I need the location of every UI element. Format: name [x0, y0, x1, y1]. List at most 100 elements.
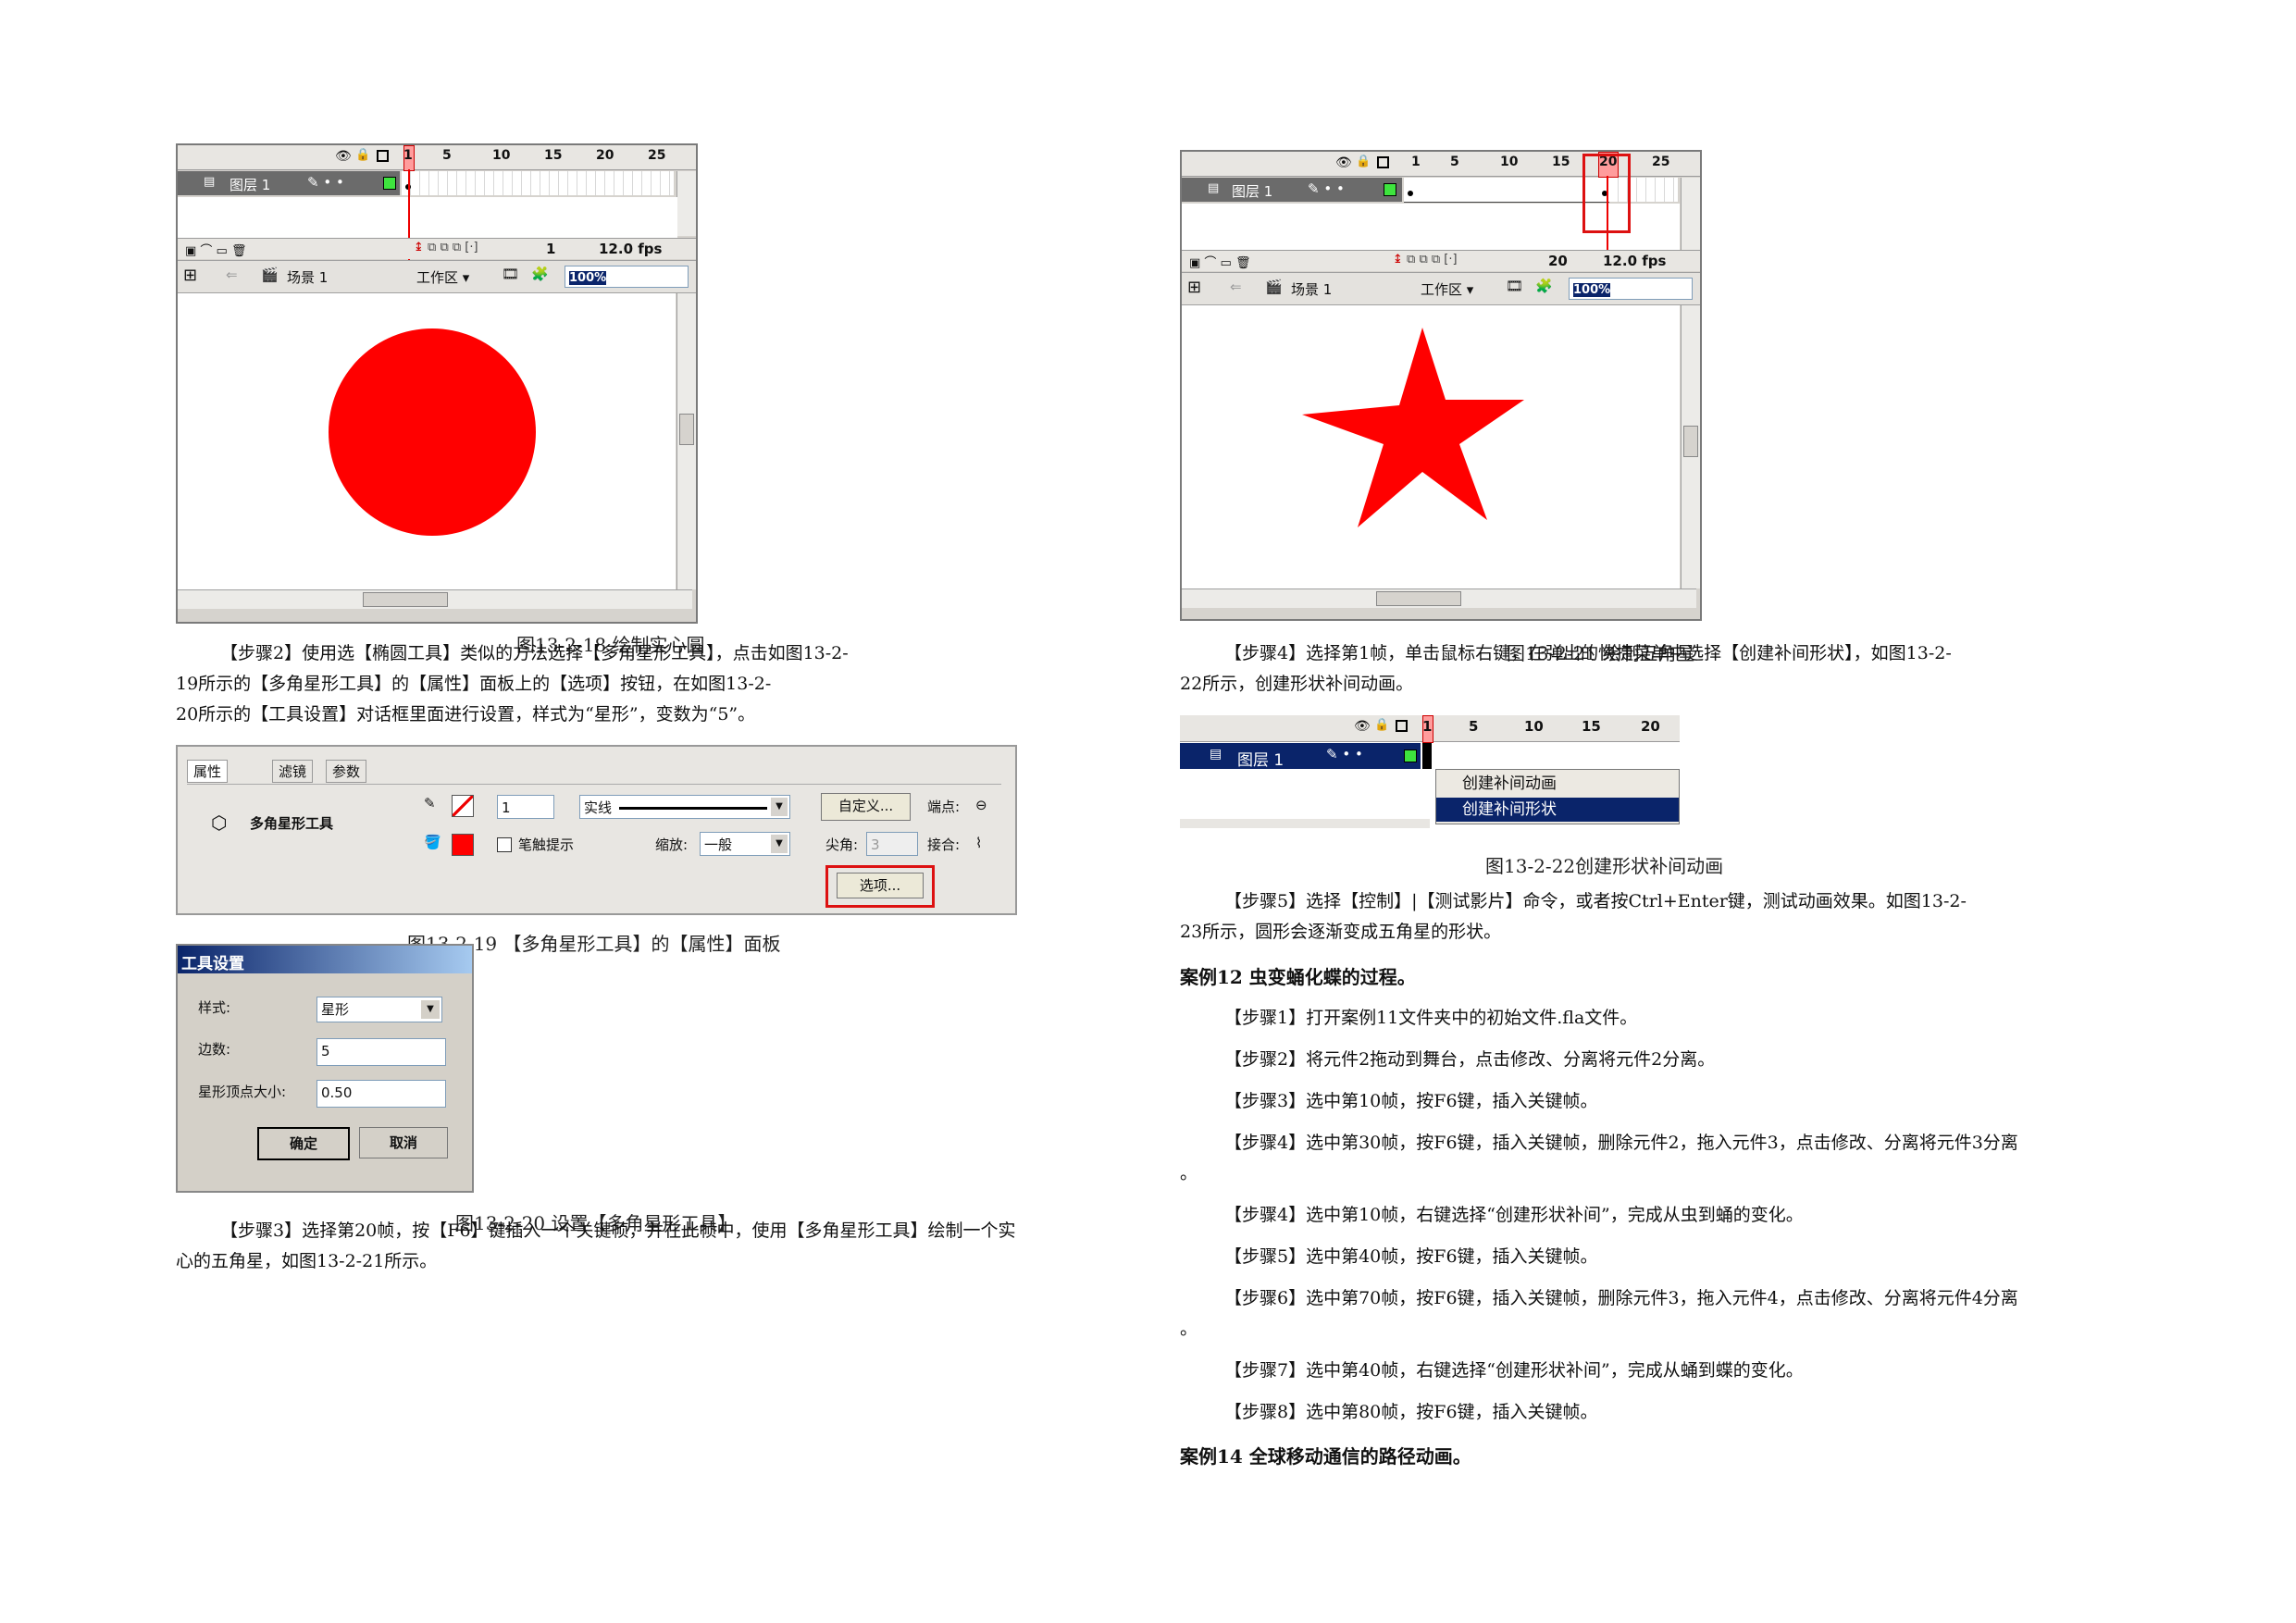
miter-field[interactable]: 3 — [866, 832, 918, 856]
scale-value: 一般 — [704, 836, 733, 853]
sides-field[interactable]: 5 — [316, 1038, 446, 1066]
stage-hscroll[interactable] — [178, 589, 692, 609]
ruler-label: 5 — [1450, 155, 1459, 169]
edit-bar: ⊞ ⇐ 🎬 场景 1 工作区 ▾ 🎞 🧩 100% — [1182, 272, 1700, 305]
layer-color-box[interactable] — [383, 177, 396, 190]
scene-name[interactable]: 场景 1 — [287, 267, 328, 287]
scale-label: 缩放: — [655, 836, 689, 853]
layer-row[interactable]: ▤ 图层 1 ✎ • • — [178, 171, 696, 195]
ok-button[interactable]: 确定 — [257, 1127, 350, 1160]
point-size-field[interactable]: 0.50 — [316, 1080, 446, 1108]
context-menu: 创建补间动画 创建补间形状 — [1435, 769, 1680, 824]
edit-scene-icon[interactable]: 🎞 — [502, 266, 519, 282]
back-arrow-icon[interactable]: ⇐ — [1230, 279, 1242, 295]
fill-color-swatch[interactable] — [452, 834, 474, 856]
layer-tools-icon[interactable]: ▣ ⌒ ▭ 🗑 — [185, 241, 246, 258]
stroke-style-select[interactable]: 实线 ▼ — [579, 795, 790, 819]
dialog-titlebar: 工具设置 — [178, 946, 472, 973]
sides-value: 5 — [321, 1043, 330, 1059]
fill-bucket-icon[interactable]: 🪣 — [424, 834, 441, 850]
dropdown-arrow-icon[interactable]: ▼ — [771, 798, 788, 816]
menu-item-shape-tween[interactable]: 创建补间形状 — [1436, 798, 1679, 822]
ruler-label: 10 — [1500, 155, 1519, 169]
step-line: 【步骤4】选中第30帧，按F6键，插入关键帧，删除元件2，拖入元件3，点击修改、… — [1224, 1133, 2018, 1153]
timeline-vscroll[interactable] — [1681, 178, 1700, 250]
edit-scene-icon[interactable]: 🎞 — [1506, 278, 1523, 294]
timeline-footer — [1180, 819, 1430, 828]
zoom-field[interactable]: 100% — [565, 266, 689, 288]
current-frame: 20 — [1548, 253, 1568, 269]
scroll-thumb[interactable] — [1683, 426, 1698, 457]
layer-name[interactable]: 图层 1 — [1232, 181, 1272, 201]
outline-icon[interactable] — [377, 150, 389, 162]
frame-cells[interactable] — [402, 171, 674, 195]
timeline-vscroll[interactable] — [676, 171, 696, 236]
selected-frame[interactable] — [1422, 743, 1432, 769]
layer-color-box[interactable] — [1404, 750, 1417, 762]
tab-parameters[interactable]: 参数 — [326, 760, 367, 783]
hscroll-thumb[interactable] — [1376, 591, 1461, 606]
circle-shape[interactable] — [178, 293, 676, 589]
workspace-menu[interactable]: 工作区 ▾ — [416, 267, 469, 287]
eye-icon[interactable]: 👁 — [1354, 719, 1371, 734]
back-arrow-icon[interactable]: ⇐ — [226, 266, 238, 283]
hscroll-thumb[interactable] — [363, 592, 448, 607]
layer-name[interactable]: 图层 1 — [1237, 747, 1284, 770]
step-line: 【步骤1】打开案例11文件夹中的初始文件.fla文件。 — [1224, 1008, 1638, 1028]
eye-icon[interactable]: 👁 — [1335, 155, 1352, 170]
lock-icon[interactable]: 🔒 — [355, 148, 370, 162]
frame-span[interactable] — [1404, 178, 1609, 203]
scroll-thumb[interactable] — [679, 414, 694, 445]
edit-symbol-icon[interactable]: 🧩 — [1535, 278, 1553, 294]
onion-skin-icon[interactable]: ↨ ⧉ ⧉ ⧉ [·] — [1393, 253, 1458, 266]
timeline-toggle-icon[interactable]: ⊞ — [1187, 278, 1201, 297]
layer-color-box[interactable] — [1384, 183, 1396, 196]
style-select[interactable]: 星形 ▼ — [316, 997, 442, 1022]
join-style-icon[interactable]: ⌇ — [975, 835, 982, 851]
cancel-button[interactable]: 取消 — [359, 1127, 448, 1158]
step-line: 。 — [1180, 1319, 1198, 1339]
paragraph-line: 【步骤2】使用选【椭圆工具】类似的方法选择【多角星形工具】，点击如图13-2- — [220, 643, 849, 663]
outline-icon[interactable] — [1396, 720, 1408, 732]
outline-icon[interactable] — [1377, 156, 1389, 168]
cap-label: 端点: — [927, 799, 961, 815]
scale-select[interactable]: 一般 ▼ — [700, 832, 790, 856]
timeline-footer: ▣ ⌒ ▭ 🗑 ↨ ⧉ ⧉ ⧉ [·] 20 12.0 fps — [1182, 250, 1700, 271]
stage[interactable] — [178, 293, 676, 589]
eye-icon[interactable]: 👁 — [335, 149, 352, 164]
layer-name[interactable]: 图层 1 — [230, 175, 270, 194]
layer-row[interactable]: ▤ 图层 1 ✎ • • — [1180, 743, 1680, 770]
tab-filters[interactable]: 滤镜 — [272, 760, 314, 783]
timeline-toggle-icon[interactable]: ⊞ — [183, 266, 197, 285]
stroke-width-field[interactable]: 1 — [497, 795, 554, 819]
stage-hscroll[interactable] — [1182, 588, 1696, 608]
stage-vscroll[interactable] — [676, 293, 696, 589]
dropdown-arrow-icon[interactable]: ▼ — [771, 835, 788, 853]
stroke-color-icon[interactable]: ✎ — [424, 795, 436, 812]
tool-settings-dialog: 工具设置 样式: 星形 ▼ 边数: 5 星形顶点大小: 0.50 确定 取消 — [176, 944, 474, 1193]
dropdown-arrow-icon[interactable]: ▼ — [421, 1000, 440, 1019]
tab-properties[interactable]: 属性 — [187, 760, 229, 783]
stroke-color-swatch[interactable] — [452, 795, 474, 817]
workspace-menu[interactable]: 工作区 ▾ — [1421, 279, 1473, 299]
step-line: 【步骤3】选中第10帧，按F6键，插入关键帧。 — [1224, 1091, 1598, 1111]
onion-skin-icon[interactable]: ↨ ⧉ ⧉ ⧉ [·] — [414, 241, 478, 254]
lock-icon[interactable]: 🔒 — [1374, 718, 1389, 732]
zoom-field[interactable]: 100% — [1569, 278, 1693, 300]
join-label: 接合: — [927, 836, 961, 853]
custom-button[interactable]: 自定义... — [821, 793, 911, 821]
menu-item-motion-tween[interactable]: 创建补间动画 — [1436, 772, 1679, 796]
layer-tools-icon[interactable]: ▣ ⌒ ▭ 🗑 — [1189, 253, 1250, 270]
highlight-box — [1582, 154, 1631, 233]
lock-icon[interactable]: 🔒 — [1356, 155, 1371, 168]
stroke-hint-checkbox[interactable] — [497, 837, 512, 852]
cap-style-icon[interactable]: ⊖ — [975, 797, 987, 813]
scene-name[interactable]: 场景 1 — [1291, 279, 1332, 299]
ruler-label: 1 — [1411, 155, 1421, 169]
paragraph-line: 【步骤4】选择第1帧，单击鼠标右键，在弹出的快捷菜单中选择【创建补间形状】，如图… — [1224, 643, 1952, 663]
star-shape[interactable] — [1182, 305, 1680, 588]
stage[interactable] — [1182, 305, 1680, 588]
keyframe-dot[interactable] — [1408, 191, 1413, 196]
edit-symbol-icon[interactable]: 🧩 — [531, 266, 549, 282]
stage-vscroll[interactable] — [1681, 305, 1700, 588]
